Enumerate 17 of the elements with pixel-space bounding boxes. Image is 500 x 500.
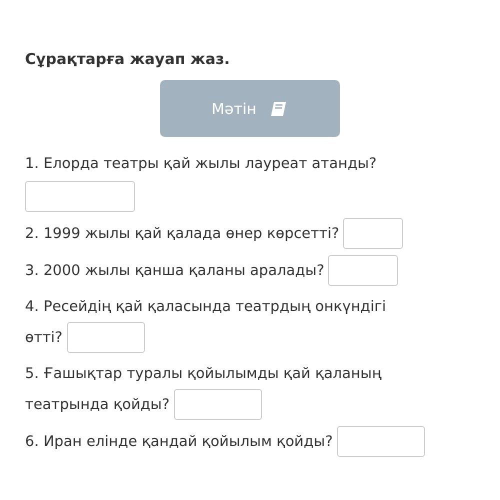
- question-text: 6. Иран елінде қандай қойылым қойды?: [25, 432, 333, 452]
- answer-field[interactable]: [66, 322, 144, 353]
- question-text: 3. 2000 жылы қанша қаланы аралады?: [25, 262, 324, 280]
- question-text: театрында қойды?: [25, 396, 170, 414]
- answer-field[interactable]: [174, 389, 262, 420]
- question-text: 2. 1999 жылы қай қалада өнер көрсетті?: [25, 224, 340, 244]
- answer-field[interactable]: [25, 181, 135, 212]
- question-text: 1. Елорда театры қай жылы лауреат атанды?: [25, 155, 377, 174]
- answer-field[interactable]: [328, 255, 398, 286]
- answer-field[interactable]: [336, 426, 425, 457]
- book-icon: [270, 100, 288, 116]
- text-button[interactable]: Мәтін: [160, 80, 340, 137]
- instruction-heading: Сұрақтарға жауап жаз.: [25, 50, 231, 68]
- answer-field[interactable]: [343, 218, 404, 249]
- question-text: 5. Ғашықтар туралы қойылымды қай қаланың: [25, 366, 382, 382]
- question-text: 4. Ресейдің қай қаласында театрдың онкүндігі: [25, 299, 386, 315]
- question-text: өтті?: [25, 328, 62, 348]
